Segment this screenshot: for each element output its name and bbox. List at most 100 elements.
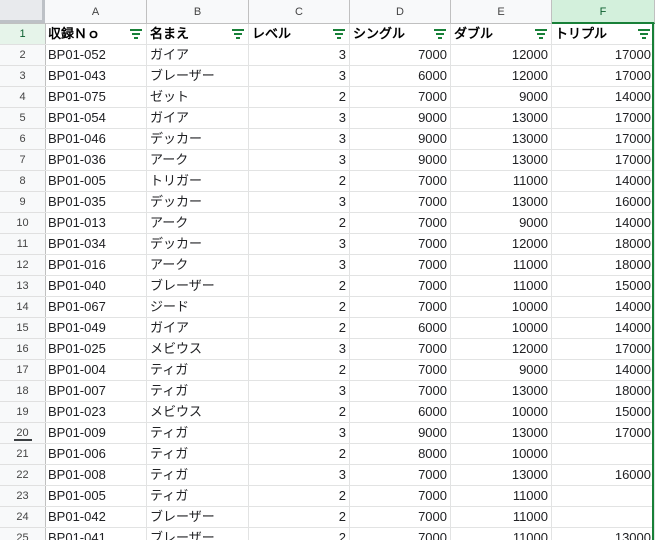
cell-a23[interactable]: BP01-005 bbox=[45, 486, 147, 507]
cell-e12[interactable]: 11000 bbox=[451, 255, 552, 276]
cell-f16[interactable]: 17000 bbox=[552, 339, 655, 360]
cell-b23[interactable]: ティガ bbox=[147, 486, 249, 507]
cell-a24[interactable]: BP01-042 bbox=[45, 507, 147, 528]
cell-a8[interactable]: BP01-005 bbox=[45, 171, 147, 192]
row-header[interactable]: 18 bbox=[0, 381, 46, 402]
row-header[interactable]: 1 bbox=[0, 24, 46, 45]
row-header[interactable]: 4 bbox=[0, 87, 46, 108]
cell-f21[interactable] bbox=[552, 444, 655, 465]
cell-b17[interactable]: ティガ bbox=[147, 360, 249, 381]
cell-c10[interactable]: 2 bbox=[249, 213, 350, 234]
cell-a16[interactable]: BP01-025 bbox=[45, 339, 147, 360]
cell-a11[interactable]: BP01-034 bbox=[45, 234, 147, 255]
cell-e17[interactable]: 9000 bbox=[451, 360, 552, 381]
cell-e21[interactable]: 10000 bbox=[451, 444, 552, 465]
cell-e19[interactable]: 10000 bbox=[451, 402, 552, 423]
cell-a10[interactable]: BP01-013 bbox=[45, 213, 147, 234]
cell-e15[interactable]: 10000 bbox=[451, 318, 552, 339]
cell-b7[interactable]: アーク bbox=[147, 150, 249, 171]
cell-c25[interactable]: 2 bbox=[249, 528, 350, 540]
cell-b25[interactable]: ブレーザー bbox=[147, 528, 249, 540]
cell-e2[interactable]: 12000 bbox=[451, 45, 552, 66]
cell-d25[interactable]: 7000 bbox=[350, 528, 451, 540]
cell-f22[interactable]: 16000 bbox=[552, 465, 655, 486]
row-header[interactable]: 15 bbox=[0, 318, 46, 339]
cell-e9[interactable]: 13000 bbox=[451, 192, 552, 213]
cell-f6[interactable]: 17000 bbox=[552, 129, 655, 150]
cell-d21[interactable]: 8000 bbox=[350, 444, 451, 465]
cell-b4[interactable]: ゼット bbox=[147, 87, 249, 108]
column-header-a[interactable]: A bbox=[45, 0, 147, 24]
row-header[interactable]: 13 bbox=[0, 276, 46, 297]
row-header[interactable]: 12 bbox=[0, 255, 46, 276]
cell-e11[interactable]: 12000 bbox=[451, 234, 552, 255]
cell-f17[interactable]: 14000 bbox=[552, 360, 655, 381]
cell-a17[interactable]: BP01-004 bbox=[45, 360, 147, 381]
row-header[interactable]: 24 bbox=[0, 507, 46, 528]
cell-a22[interactable]: BP01-008 bbox=[45, 465, 147, 486]
cell-b14[interactable]: ジード bbox=[147, 297, 249, 318]
row-header[interactable]: 23 bbox=[0, 486, 46, 507]
cell-e7[interactable]: 13000 bbox=[451, 150, 552, 171]
cell-f3[interactable]: 17000 bbox=[552, 66, 655, 87]
cell-b16[interactable]: メビウス bbox=[147, 339, 249, 360]
cell-d20[interactable]: 9000 bbox=[350, 423, 451, 444]
row-header[interactable]: 3 bbox=[0, 66, 46, 87]
cell-d11[interactable]: 7000 bbox=[350, 234, 451, 255]
cell-a20[interactable]: BP01-009 bbox=[45, 423, 147, 444]
cell-e5[interactable]: 13000 bbox=[451, 108, 552, 129]
cell-f9[interactable]: 16000 bbox=[552, 192, 655, 213]
row-header[interactable]: 17 bbox=[0, 360, 46, 381]
cell-b12[interactable]: アーク bbox=[147, 255, 249, 276]
cell-f20[interactable]: 17000 bbox=[552, 423, 655, 444]
header-cell-b[interactable]: 名まえ bbox=[147, 24, 249, 45]
cell-f15[interactable]: 14000 bbox=[552, 318, 655, 339]
cell-d14[interactable]: 7000 bbox=[350, 297, 451, 318]
cell-a5[interactable]: BP01-054 bbox=[45, 108, 147, 129]
cell-f5[interactable]: 17000 bbox=[552, 108, 655, 129]
cell-b13[interactable]: ブレーザー bbox=[147, 276, 249, 297]
cell-c12[interactable]: 3 bbox=[249, 255, 350, 276]
cell-c4[interactable]: 2 bbox=[249, 87, 350, 108]
header-cell-a[interactable]: 収録Ｎｏ bbox=[45, 24, 147, 45]
cell-b21[interactable]: ティガ bbox=[147, 444, 249, 465]
row-header[interactable]: 6 bbox=[0, 129, 46, 150]
cell-b6[interactable]: デッカー bbox=[147, 129, 249, 150]
cell-b8[interactable]: トリガー bbox=[147, 171, 249, 192]
cell-c11[interactable]: 3 bbox=[249, 234, 350, 255]
cell-c7[interactable]: 3 bbox=[249, 150, 350, 171]
filter-icon[interactable] bbox=[232, 29, 244, 39]
cell-e13[interactable]: 11000 bbox=[451, 276, 552, 297]
cell-b2[interactable]: ガイア bbox=[147, 45, 249, 66]
header-cell-d[interactable]: シングル bbox=[350, 24, 451, 45]
cell-d2[interactable]: 7000 bbox=[350, 45, 451, 66]
cell-a13[interactable]: BP01-040 bbox=[45, 276, 147, 297]
cell-d22[interactable]: 7000 bbox=[350, 465, 451, 486]
cell-d15[interactable]: 6000 bbox=[350, 318, 451, 339]
row-header[interactable]: 14 bbox=[0, 297, 46, 318]
column-header-d[interactable]: D bbox=[350, 0, 451, 24]
row-header[interactable]: 10 bbox=[0, 213, 46, 234]
cell-f18[interactable]: 18000 bbox=[552, 381, 655, 402]
cell-c13[interactable]: 2 bbox=[249, 276, 350, 297]
cell-c2[interactable]: 3 bbox=[249, 45, 350, 66]
cell-b20[interactable]: ティガ bbox=[147, 423, 249, 444]
cell-b9[interactable]: デッカー bbox=[147, 192, 249, 213]
column-header-c[interactable]: C bbox=[249, 0, 350, 24]
cell-e23[interactable]: 11000 bbox=[451, 486, 552, 507]
cell-e16[interactable]: 12000 bbox=[451, 339, 552, 360]
cell-e4[interactable]: 9000 bbox=[451, 87, 552, 108]
cell-c16[interactable]: 3 bbox=[249, 339, 350, 360]
cell-e3[interactable]: 12000 bbox=[451, 66, 552, 87]
cell-e20[interactable]: 13000 bbox=[451, 423, 552, 444]
cell-e8[interactable]: 11000 bbox=[451, 171, 552, 192]
row-header[interactable]: 11 bbox=[0, 234, 46, 255]
spreadsheet-grid[interactable]: ABCDEF 1 2 3 4 5 6 7 8 9 10 11 12 13 14 15 16 17 18 19 20 21… bbox=[0, 0, 655, 540]
cell-b24[interactable]: ブレーザー bbox=[147, 507, 249, 528]
cell-f13[interactable]: 15000 bbox=[552, 276, 655, 297]
row-header[interactable]: 2 bbox=[0, 45, 46, 66]
cell-d18[interactable]: 7000 bbox=[350, 381, 451, 402]
cell-d7[interactable]: 9000 bbox=[350, 150, 451, 171]
row-resize-handle[interactable] bbox=[14, 439, 32, 441]
cell-c24[interactable]: 2 bbox=[249, 507, 350, 528]
